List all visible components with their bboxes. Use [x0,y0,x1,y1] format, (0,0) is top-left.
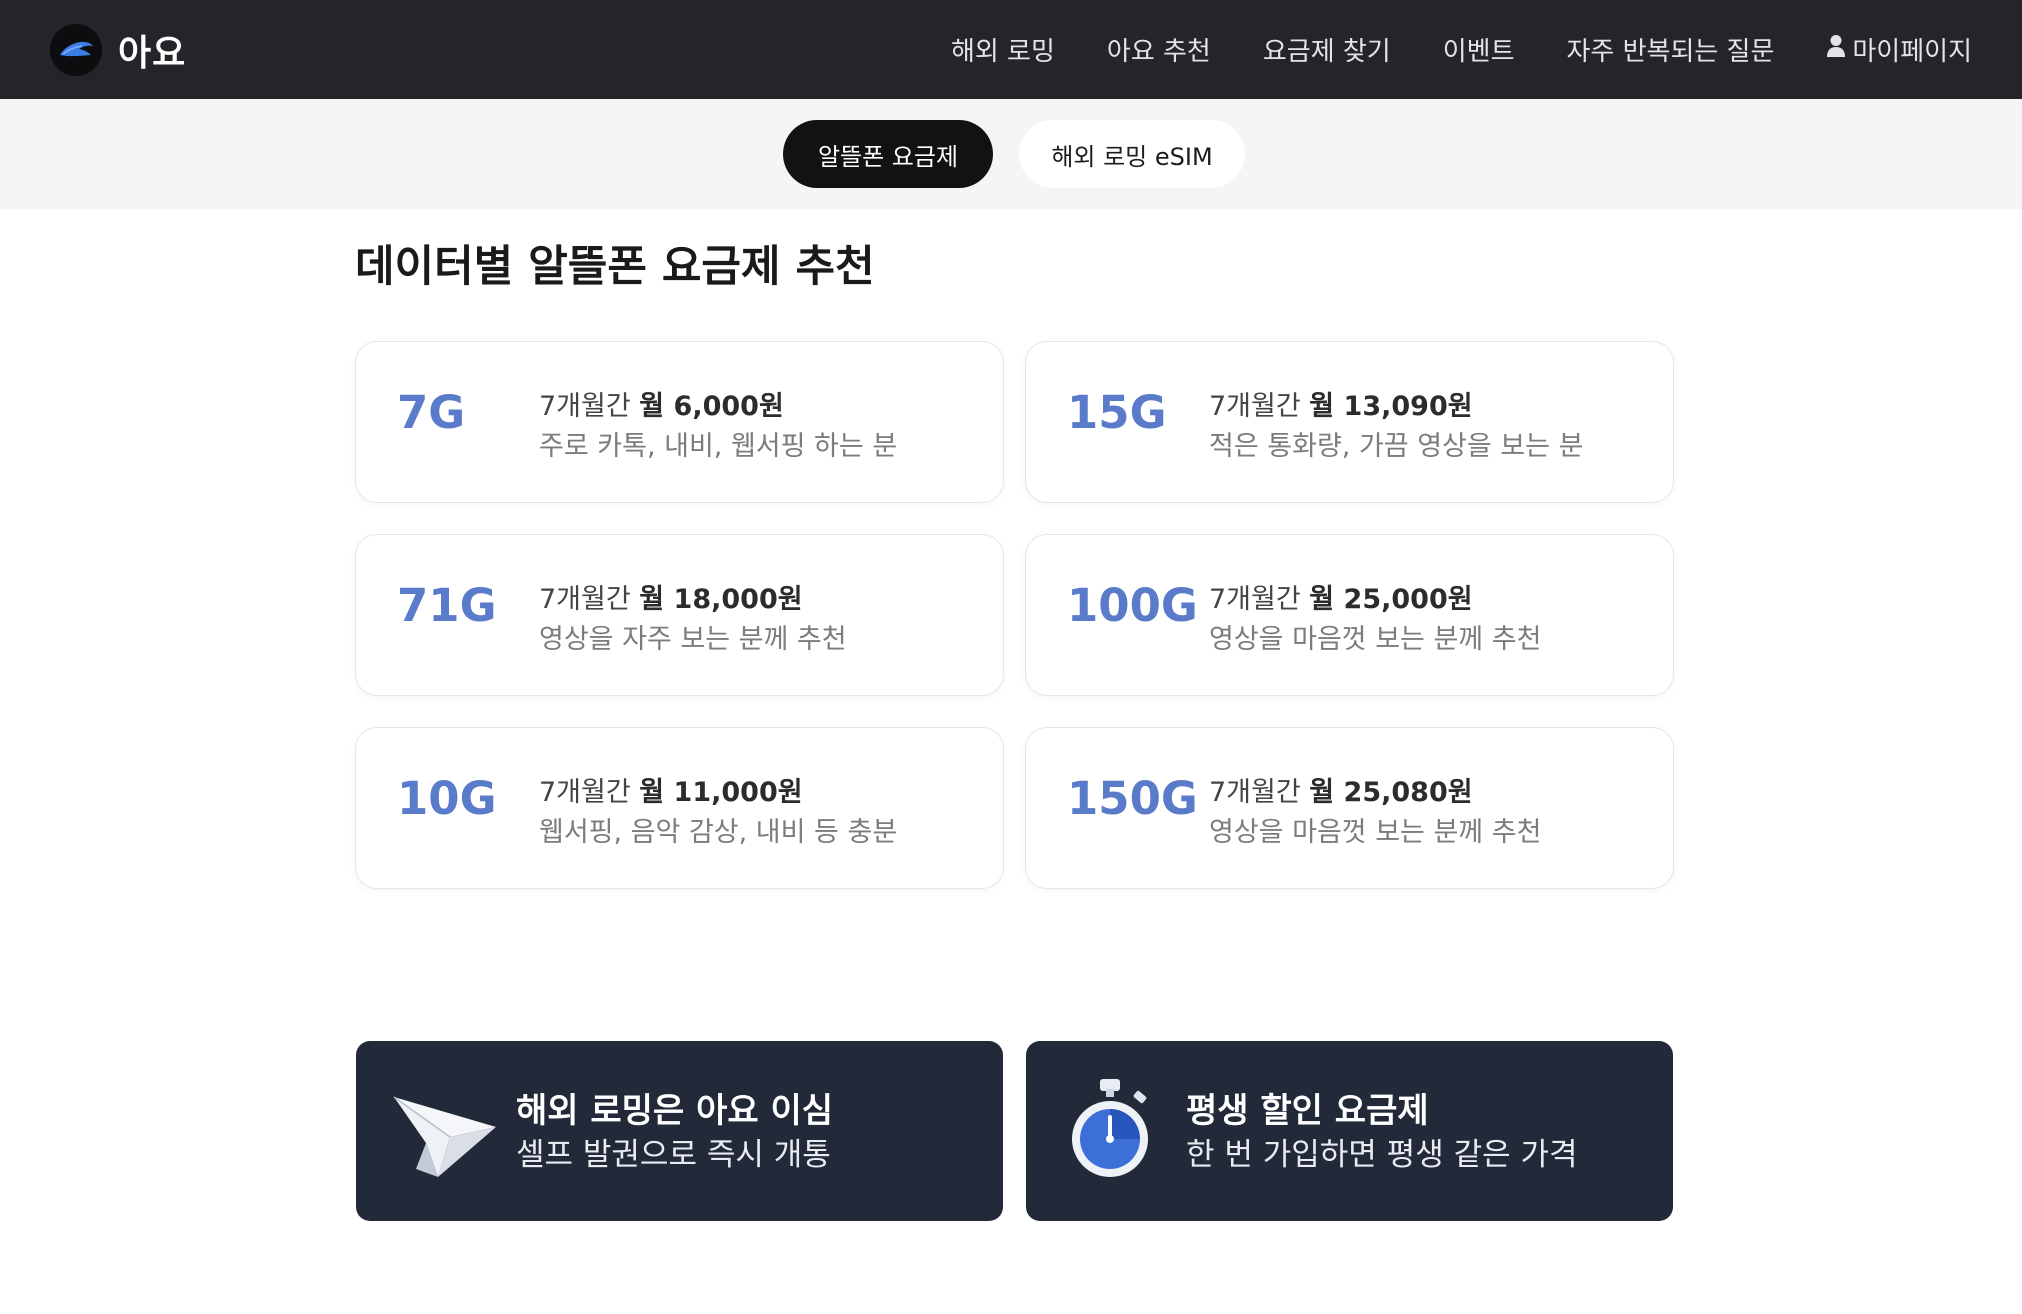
plan-data-amount: 10G [397,772,497,825]
plan-price: 월 25,000원 [1309,584,1473,615]
plan-price-line: 7개월간 월 25,080원 [1209,777,1473,808]
plan-data-amount: 7G [397,386,466,439]
plan-card[interactable]: 15G 7개월간 월 13,090원 적은 통화량, 가끔 영상을 보는 분 [1025,341,1674,503]
banner-subtitle: 한 번 가입하면 평생 같은 가격 [1186,1137,1578,1173]
plan-card[interactable]: 10G 7개월간 월 11,000원 웹서핑, 음악 감상, 내비 등 충분 [355,727,1004,889]
tab-roaming-esim[interactable]: 해외 로밍 eSIM [1019,120,1245,188]
plan-description: 웹서핑, 음악 감상, 내비 등 충분 [539,817,898,848]
plan-description: 적은 통화량, 가끔 영상을 보는 분 [1209,431,1584,462]
plan-description: 주로 카톡, 내비, 웹서핑 하는 분 [539,431,898,462]
plan-data-amount: 15G [1067,386,1167,439]
plan-data-amount: 100G [1067,579,1198,632]
plan-price: 월 11,000원 [639,777,803,808]
plan-data-amount: 150G [1067,772,1198,825]
plan-data-amount: 71G [397,579,497,632]
plan-price-line: 7개월간 월 11,000원 [539,777,803,808]
plan-description: 영상을 자주 보는 분께 추천 [539,624,847,655]
nav-item-events[interactable]: 이벤트 [1443,31,1515,68]
plan-description: 영상을 마음껏 보는 분께 추천 [1209,817,1542,848]
plan-price-line: 7개월간 월 13,090원 [1209,391,1473,422]
plan-description: 영상을 마음껏 보는 분께 추천 [1209,624,1542,655]
promo-banner-esim[interactable]: 해외 로밍은 아요 이심 셀프 발권으로 즉시 개통 [356,1041,1003,1221]
brand-name: 아요 [118,33,187,74]
plan-price: 월 18,000원 [639,584,803,615]
plan-price-line: 7개월간 월 6,000원 [539,391,784,422]
user-icon [1826,34,1846,65]
plan-price: 월 25,080원 [1309,777,1473,808]
banner-title: 평생 할인 요금제 [1186,1091,1429,1131]
plan-card[interactable]: 71G 7개월간 월 18,000원 영상을 자주 보는 분께 추천 [355,534,1004,696]
brand-logo[interactable]: 아요 [50,24,186,76]
plan-card[interactable]: 100G 7개월간 월 25,000원 영상을 마음껏 보는 분께 추천 [1025,534,1674,696]
main-nav: 해외 로밍 아요 추천 요금제 찾기 이벤트 자주 반복되는 질문 마이페이지 [951,0,1972,99]
tab-mvno-plans[interactable]: 알뜰폰 요금제 [783,120,993,188]
plan-card[interactable]: 7G 7개월간 월 6,000원 주로 카톡, 내비, 웹서핑 하는 분 [355,341,1004,503]
plan-price-line: 7개월간 월 18,000원 [539,584,803,615]
stopwatch-icon [1062,1077,1172,1187]
plan-price: 월 13,090원 [1309,391,1473,422]
mypage-label: 마이페이지 [1852,37,1972,67]
paper-plane-icon [392,1077,502,1187]
plan-card[interactable]: 150G 7개월간 월 25,080원 영상을 마음껏 보는 분께 추천 [1025,727,1674,889]
logo-icon [50,24,102,76]
top-nav-bar: 아요 해외 로밍 아요 추천 요금제 찾기 이벤트 자주 반복되는 질문 마이페… [0,0,2022,99]
plan-price: 월 6,000원 [639,391,784,422]
plan-price-line: 7개월간 월 25,000원 [1209,584,1473,615]
page-title: 데이터별 알뜰폰 요금제 추천 [355,242,875,292]
banner-title: 해외 로밍은 아요 이심 [516,1091,834,1131]
nav-item-find-plan[interactable]: 요금제 찾기 [1263,31,1391,68]
nav-item-overseas-roaming[interactable]: 해외 로밍 [951,31,1055,68]
nav-item-ayo-recommend[interactable]: 아요 추천 [1107,31,1211,68]
plan-type-tabs: 알뜰폰 요금제 해외 로밍 eSIM [0,99,2022,209]
promo-banner-lifetime-discount[interactable]: 평생 할인 요금제 한 번 가입하면 평생 같은 가격 [1026,1041,1673,1221]
nav-item-faq[interactable]: 자주 반복되는 질문 [1567,31,1775,68]
nav-item-mypage[interactable]: 마이페이지 [1826,31,1972,68]
banner-subtitle: 셀프 발권으로 즉시 개통 [516,1137,831,1173]
